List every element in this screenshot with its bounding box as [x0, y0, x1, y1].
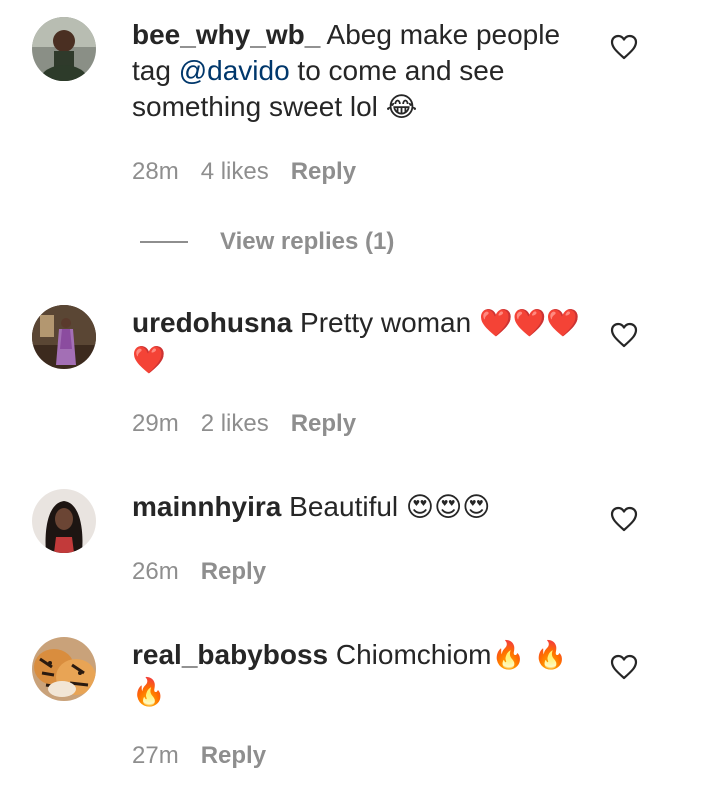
reply-button[interactable]: Reply — [201, 742, 266, 769]
view-replies-label: View replies (1) — [220, 228, 395, 255]
reply-button[interactable]: Reply — [291, 410, 356, 437]
avatar[interactable] — [32, 17, 96, 81]
like-heart-icon[interactable] — [610, 654, 638, 680]
comment-likes[interactable]: 4 likes — [201, 158, 269, 185]
comment-meta: 26m Reply — [132, 558, 266, 586]
comment-text: bee_why_wb_ Abeg make people tag @davido… — [132, 17, 582, 126]
comment-meta: 27m Reply — [132, 742, 266, 770]
avatar[interactable] — [32, 489, 96, 553]
like-heart-icon[interactable] — [610, 322, 638, 348]
reply-button[interactable]: Reply — [291, 158, 356, 185]
comment-text: mainnhyira Beautiful 😍😍😍 — [132, 489, 582, 526]
comment-username[interactable]: real_babyboss — [132, 639, 328, 670]
comment-emoji: 😂 — [385, 92, 418, 123]
view-replies-button[interactable]: View replies (1) — [140, 228, 394, 256]
comment-time: 26m — [132, 558, 179, 585]
comment-emoji: 😍😍😍 — [405, 492, 491, 523]
person-avatar-icon — [32, 17, 96, 81]
comment-meta: 28m 4 likes Reply — [132, 158, 356, 186]
comment-username[interactable]: bee_why_wb_ — [132, 19, 320, 50]
comment-time: 29m — [132, 410, 179, 437]
comment-time: 27m — [132, 742, 179, 769]
person-avatar-icon — [32, 489, 96, 553]
comment-username[interactable]: mainnhyira — [132, 491, 281, 522]
comment-text: uredohusna Pretty woman ❤️❤️❤️ ❤️ — [132, 305, 582, 379]
reply-button[interactable]: Reply — [201, 558, 266, 585]
tiger-avatar-icon — [32, 637, 96, 701]
comment-body: Chiomchiom — [335, 639, 492, 670]
comment-time: 28m — [132, 158, 179, 185]
avatar[interactable] — [32, 305, 96, 369]
comment-body: Beautiful — [289, 491, 406, 522]
comment-body: Pretty woman — [300, 307, 479, 338]
like-heart-icon[interactable] — [610, 34, 638, 60]
mention-link[interactable]: @davido — [179, 55, 290, 86]
comment-username[interactable]: uredohusna — [132, 307, 292, 338]
person-avatar-icon — [32, 305, 96, 369]
like-heart-icon[interactable] — [610, 506, 638, 532]
comment-meta: 29m 2 likes Reply — [132, 410, 356, 438]
divider-line — [140, 241, 188, 243]
comment-likes[interactable]: 2 likes — [201, 410, 269, 437]
avatar[interactable] — [32, 637, 96, 701]
comment-text: real_babyboss Chiomchiom🔥 🔥 🔥 — [132, 637, 582, 711]
